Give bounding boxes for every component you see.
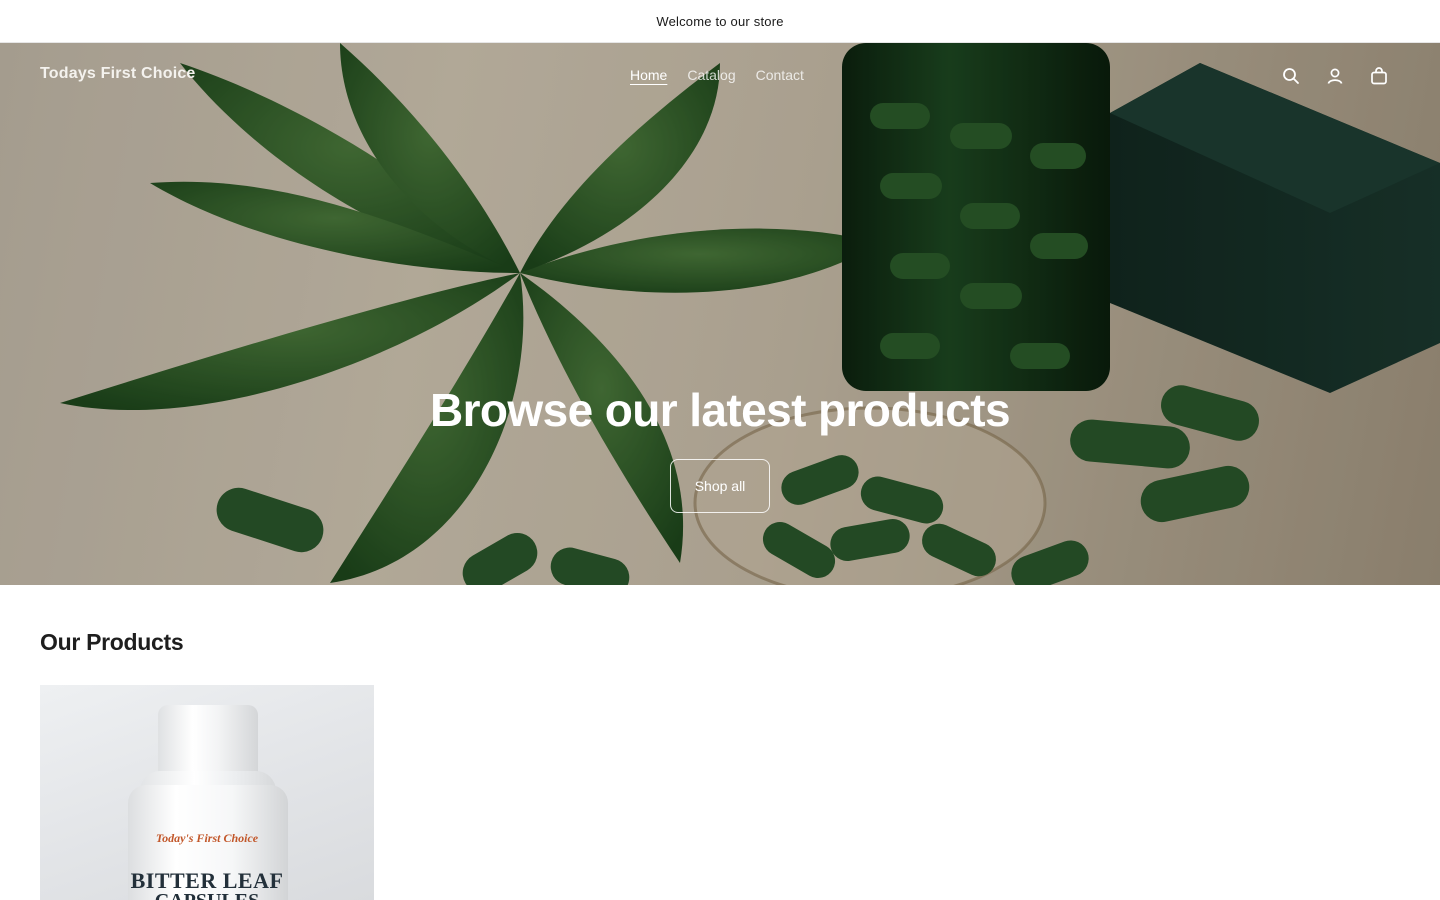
product-card[interactable]: Today's First Choice BITTER LEAF CAPSULE… xyxy=(40,685,374,900)
announcement-bar: Welcome to our store xyxy=(0,0,1440,43)
section-title: Our Products xyxy=(40,629,184,655)
header-icons xyxy=(1280,65,1390,87)
shop-all-button[interactable]: Shop all xyxy=(670,459,770,513)
nav-contact[interactable]: Contact xyxy=(756,67,804,83)
store-logo[interactable]: Todays First Choice xyxy=(40,65,196,83)
nav-home[interactable]: Home xyxy=(630,67,667,83)
nav-catalog[interactable]: Catalog xyxy=(687,67,735,83)
main-nav: Home Catalog Contact xyxy=(630,67,804,83)
announcement-text: Welcome to our store xyxy=(656,13,784,29)
product-label-name-2: CAPSULES xyxy=(40,890,374,900)
account-icon[interactable] xyxy=(1324,65,1346,87)
cart-icon[interactable] xyxy=(1368,65,1390,87)
site-header: Todays First Choice Home Catalog Contact xyxy=(0,43,1440,109)
hero-title: Browse our latest products xyxy=(430,384,1011,436)
search-icon[interactable] xyxy=(1280,65,1302,87)
product-label-brand: Today's First Choice xyxy=(155,831,259,845)
